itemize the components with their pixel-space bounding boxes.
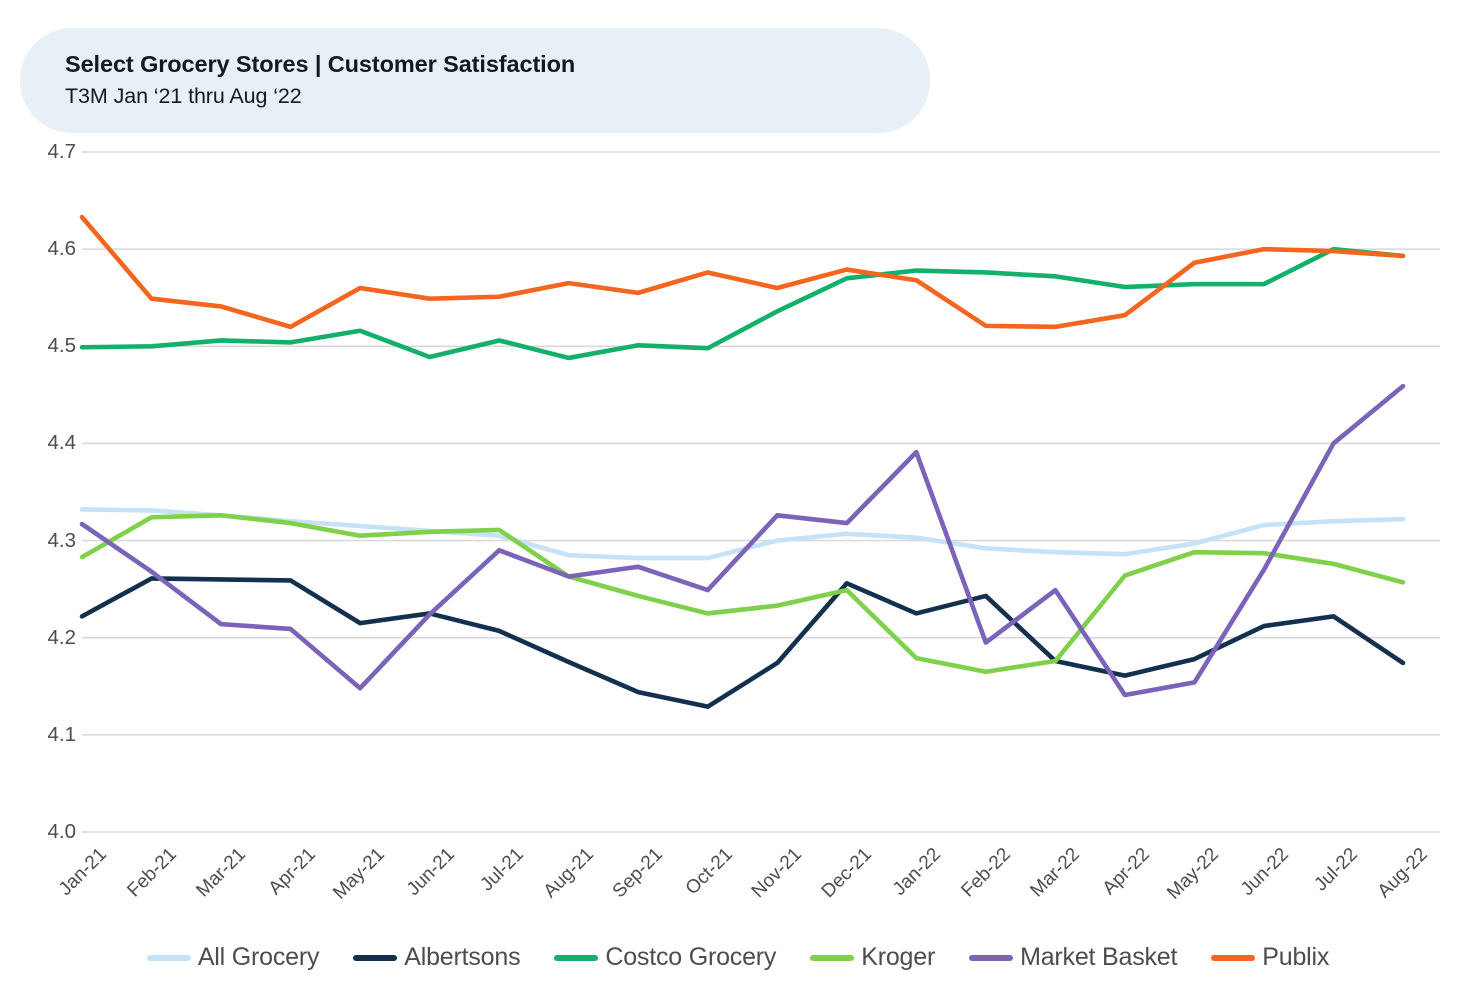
legend-item-label: All Grocery [197, 943, 320, 971]
legend-item-label: Publix [1262, 943, 1330, 971]
series-line-albertsons[interactable] [79, 576, 1406, 709]
x-axis-tick-label: Jan-22 [889, 844, 946, 900]
legend-item-all-grocery[interactable]: All Grocery [146, 943, 320, 972]
x-axis-tick-label: Jul-22 [1310, 844, 1363, 896]
legend-item-publix[interactable]: Publix [1211, 943, 1329, 972]
x-axis-tick-label: Sep-21 [608, 844, 668, 903]
chart-header-pill: Select Grocery Stores | Customer Satisfa… [20, 28, 930, 133]
x-axis-tick-label: Feb-21 [122, 844, 181, 902]
x-axis-tick-label: Jan-21 [54, 844, 111, 900]
legend-swatch-icon [810, 954, 855, 961]
series-line-publix[interactable] [79, 214, 1406, 330]
page-title: Select Grocery Stores | Customer Satisfa… [65, 51, 576, 78]
x-axis-tick-label: May-21 [329, 844, 389, 904]
legend-swatch-icon [146, 954, 191, 961]
legend-item-market-basket[interactable]: Market Basket [969, 943, 1177, 972]
series-lines [79, 214, 1406, 709]
x-axis-tick-label: Nov-21 [747, 844, 807, 903]
line-chart-svg [79, 151, 1440, 833]
x-axis-tick-label: Apr-22 [1098, 844, 1154, 900]
x-axis-tick-label: Oct-21 [681, 844, 737, 900]
legend-item-label: Costco Grocery [605, 943, 777, 971]
legend-item-label: Albertsons [404, 943, 521, 971]
legend-item-kroger[interactable]: Kroger [810, 943, 935, 972]
x-axis-tick-label: Mar-22 [1026, 844, 1085, 902]
legend-item-label: Market Basket [1020, 943, 1178, 971]
series-line-costco-grocery[interactable] [79, 246, 1406, 361]
x-axis-tick-label: Feb-22 [957, 844, 1015, 902]
x-axis-tick-label: Apr-21 [264, 844, 320, 900]
legend-swatch-icon [969, 954, 1014, 961]
x-axis-tick-label: Jul-21 [476, 844, 529, 896]
x-axis: Jan-21 Feb-21 Mar-21 Apr-21 May-21 Jun-21 Jul-… [0, 840, 1476, 935]
x-axis-tick-label: Aug-21 [539, 844, 598, 903]
x-axis-tick-label: Mar-21 [192, 844, 250, 902]
chart-page: Select Grocery Stores | Customer Satisfa… [0, 0, 1476, 1007]
legend-swatch-icon [353, 954, 398, 961]
x-axis-tick-label: Jun-21 [402, 844, 459, 900]
x-axis-tick-label: Aug-22 [1373, 844, 1432, 903]
legend-item-label: Kroger [861, 943, 936, 971]
chart-legend: All Grocery Albertsons Costco Grocery Kroge… [0, 930, 1476, 985]
x-axis-tick-label: Dec-21 [817, 844, 876, 903]
plot-area [0, 140, 1476, 840]
legend-item-albertsons[interactable]: Albertsons [353, 943, 521, 972]
chart-subtitle: T3M Jan ‘21 thru Aug ‘22 [65, 83, 302, 108]
x-axis-tick-label: Jun-22 [1236, 844, 1293, 900]
legend-swatch-icon [554, 954, 599, 961]
x-axis-tick-label: May-22 [1163, 844, 1224, 904]
legend-swatch-icon [1211, 954, 1256, 961]
legend-item-costco-grocery[interactable]: Costco Grocery [554, 943, 776, 972]
